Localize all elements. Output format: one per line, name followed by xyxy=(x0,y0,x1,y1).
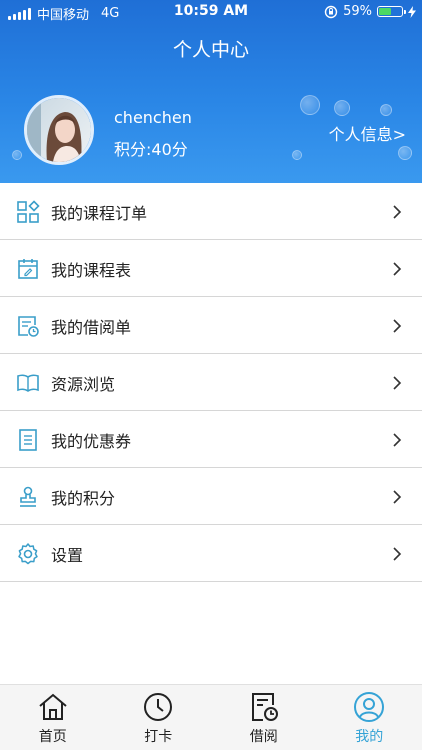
borrow-list-icon xyxy=(18,316,39,337)
bottom-tab-bar: 首页 打卡 借阅 我的 xyxy=(0,684,422,750)
menu-item-label: 我的课程订单 xyxy=(51,204,148,223)
avatar[interactable] xyxy=(24,95,94,165)
menu-item-label: 我的积分 xyxy=(51,489,116,508)
chevron-right-icon xyxy=(393,547,402,561)
tab-home[interactable]: 首页 xyxy=(0,685,106,750)
status-bar: 中国移动 4G 10:59 AM 59% xyxy=(0,0,422,24)
rotation-lock-icon xyxy=(324,5,338,18)
menu-item-label: 我的课程表 xyxy=(51,261,132,280)
menu-item-my-points[interactable]: 我的积分 xyxy=(0,468,422,525)
menu-list: 我的课程订单 我的课程表 我的借阅单 资源浏览 我的优惠券 我的积分 设置 xyxy=(0,183,422,582)
tab-borrow[interactable]: 借阅 xyxy=(211,685,317,750)
tab-label: 首页 xyxy=(38,729,67,745)
avatar-photo xyxy=(27,98,91,162)
grid-order-icon xyxy=(17,200,40,223)
decor-bubble xyxy=(292,150,302,160)
page-title: 个人中心 xyxy=(172,39,249,61)
chevron-right-icon xyxy=(393,490,402,504)
menu-item-label: 设置 xyxy=(51,546,84,565)
personal-info-link[interactable]: 个人信息> xyxy=(329,121,406,145)
gear-icon xyxy=(18,543,38,565)
borrow-icon xyxy=(251,693,278,721)
user-icon xyxy=(354,692,385,722)
menu-item-course-schedule[interactable]: 我的课程表 xyxy=(0,240,422,297)
menu-item-label: 我的借阅单 xyxy=(51,318,132,337)
menu-item-coupons[interactable]: 我的优惠券 xyxy=(0,411,422,468)
decor-bubble xyxy=(334,100,350,116)
username: chenchen xyxy=(114,108,192,127)
battery-percent: 59% xyxy=(343,4,372,19)
decor-bubble xyxy=(12,150,22,160)
chevron-right-icon xyxy=(393,262,402,276)
chevron-right-icon xyxy=(393,376,402,390)
decor-bubble xyxy=(300,95,320,115)
decor-bubble xyxy=(380,104,392,116)
stamp-icon xyxy=(20,486,36,507)
coupon-icon xyxy=(19,429,37,451)
chevron-right-icon xyxy=(393,433,402,447)
tab-mine[interactable]: 我的 xyxy=(317,685,422,750)
tab-checkin[interactable]: 打卡 xyxy=(106,685,212,750)
battery-icon xyxy=(377,6,406,17)
calendar-icon xyxy=(18,259,38,279)
menu-item-label: 资源浏览 xyxy=(51,375,116,394)
tab-label: 打卡 xyxy=(144,729,173,745)
book-icon xyxy=(17,374,39,392)
profile-header: 中国移动 4G 10:59 AM 59% 个人中心 chenchen 积分:40… xyxy=(0,0,422,183)
menu-item-label: 我的优惠券 xyxy=(51,432,132,451)
charging-bolt-icon xyxy=(408,5,416,18)
chevron-right-icon xyxy=(393,205,402,219)
menu-item-settings[interactable]: 设置 xyxy=(0,525,422,582)
menu-item-course-orders[interactable]: 我的课程订单 xyxy=(0,183,422,240)
tab-label: 借阅 xyxy=(249,729,278,745)
clock-icon xyxy=(144,693,173,721)
home-icon xyxy=(39,693,67,720)
tab-label: 我的 xyxy=(355,729,384,745)
points-balance: 积分:40分 xyxy=(114,140,188,159)
menu-item-borrow-list[interactable]: 我的借阅单 xyxy=(0,297,422,354)
chevron-right-icon xyxy=(393,319,402,333)
menu-item-resource-browse[interactable]: 资源浏览 xyxy=(0,354,422,411)
decor-bubble xyxy=(398,146,412,160)
